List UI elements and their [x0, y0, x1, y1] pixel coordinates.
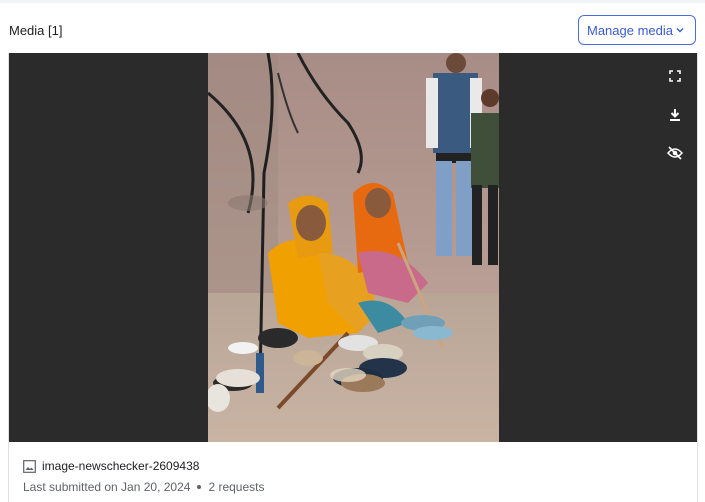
photo-illustration [208, 53, 499, 442]
download-button[interactable] [665, 105, 685, 125]
media-card: image-newschecker-2609438 Last submitted… [8, 53, 698, 502]
hide-media-button[interactable] [665, 143, 685, 163]
chevron-down-icon [676, 28, 684, 33]
manage-media-label: Manage media [587, 22, 673, 38]
media-name-row: image-newschecker-2609438 [23, 459, 199, 473]
media-meta-row: Last submitted on Jan 20, 2024 2 request… [23, 480, 265, 494]
fullscreen-icon [669, 70, 681, 82]
image-icon [23, 459, 36, 473]
eye-off-icon [667, 146, 683, 160]
separator-dot [197, 485, 202, 489]
submitted-date: Last submitted on Jan 20, 2024 [23, 480, 191, 494]
media-file-name[interactable]: image-newschecker-2609438 [42, 459, 199, 473]
request-count: 2 requests [208, 480, 265, 494]
media-viewer [9, 53, 697, 442]
download-icon [670, 109, 680, 121]
manage-media-button[interactable]: Manage media [578, 15, 696, 45]
fullscreen-button[interactable] [665, 66, 685, 86]
media-header: Media [1] Manage media [0, 3, 705, 53]
media-section-title: Media [1] [9, 23, 63, 38]
media-image[interactable] [208, 53, 499, 442]
